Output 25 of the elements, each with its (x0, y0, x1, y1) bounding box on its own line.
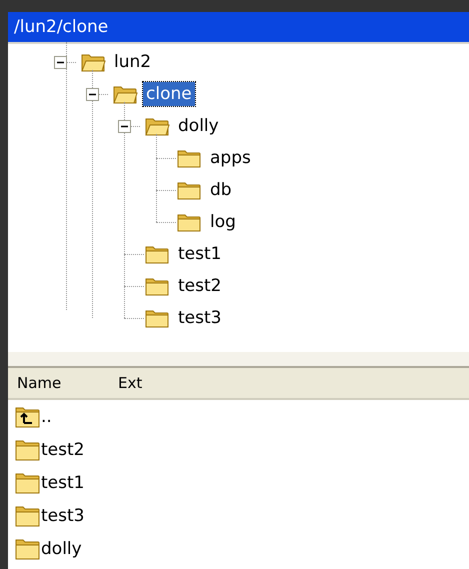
folder-icon (15, 470, 41, 494)
tree-item[interactable]: apps (207, 146, 254, 170)
tree-item[interactable]: log (207, 210, 239, 234)
tree-item[interactable]: test1 (175, 242, 224, 266)
column-header[interactable]: Ext (118, 374, 142, 392)
column-header[interactable]: Name (17, 374, 118, 392)
folder-icon (15, 536, 41, 560)
tree-item[interactable]: lun2 (111, 50, 154, 74)
up-folder-icon (15, 404, 41, 428)
collapse-icon[interactable] (118, 120, 131, 132)
folder-icon (15, 504, 41, 528)
tree-item[interactable]: db (207, 178, 235, 202)
file-name[interactable]: test1 (41, 472, 84, 492)
collapse-icon[interactable] (86, 88, 99, 100)
file-name[interactable]: test3 (41, 506, 84, 526)
collapse-icon[interactable] (54, 56, 67, 68)
tree-item[interactable]: test2 (175, 274, 224, 298)
file-name[interactable]: test2 (41, 440, 84, 460)
file-name[interactable]: dolly (41, 538, 82, 558)
tree-item[interactable]: clone (143, 82, 195, 106)
tree-item[interactable]: test3 (175, 306, 224, 330)
path-title: /lun2/clone (14, 17, 108, 37)
file-name[interactable]: .. (41, 406, 52, 426)
folder-icon (15, 438, 41, 462)
tree-item[interactable]: dolly (175, 114, 222, 138)
